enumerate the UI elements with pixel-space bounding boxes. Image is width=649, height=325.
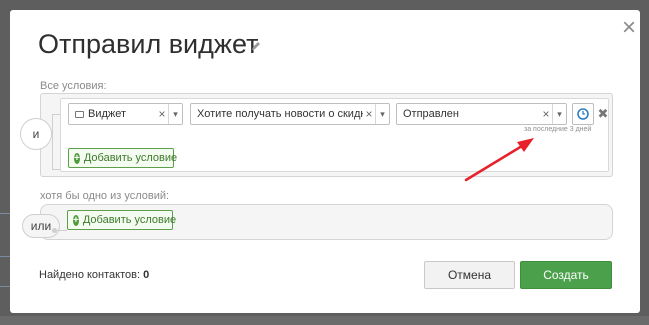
clear-icon[interactable]: ×: [363, 107, 375, 121]
close-icon[interactable]: ×: [618, 16, 640, 40]
add-condition-label: Добавить условие: [83, 152, 178, 164]
any-conditions-label: хотя бы одно из условий:: [40, 190, 170, 202]
all-conditions-label: Все условия:: [40, 80, 107, 92]
modal-title: Отправил виджет: [38, 29, 259, 59]
plus-icon: +: [74, 152, 80, 164]
remove-condition-icon[interactable]: ✖: [597, 104, 609, 124]
add-condition-button-any[interactable]: + Добавить условие: [67, 210, 177, 230]
found-contacts: Найдено контактов: 0: [39, 269, 149, 281]
connector-line: [57, 230, 67, 231]
chevron-down-icon[interactable]: ▾: [552, 104, 566, 124]
cancel-button[interactable]: Отмена: [424, 261, 515, 289]
status-select[interactable]: Отправлен × ▾: [396, 103, 567, 125]
create-button[interactable]: Создать: [520, 261, 612, 289]
found-count: 0: [143, 269, 150, 281]
add-condition-label: Добавить условие: [82, 214, 177, 226]
clear-icon[interactable]: ×: [540, 107, 552, 121]
chevron-down-icon[interactable]: ▾: [375, 104, 389, 124]
question-select[interactable]: Хотите получать новости о скидках? × ▾: [190, 103, 390, 125]
plus-icon: +: [73, 214, 79, 226]
period-button[interactable]: [572, 103, 594, 125]
pencil-icon[interactable]: [250, 40, 262, 52]
question-value: Хотите получать новости о скидках?: [197, 108, 363, 120]
found-label: Найдено контактов:: [39, 269, 141, 281]
condition-type-select[interactable]: Виджет × ▾: [68, 103, 183, 125]
add-condition-button[interactable]: + Добавить условие: [68, 148, 178, 168]
condition-modal: × Отправил виджет Все условия: и Виджет …: [10, 10, 640, 313]
or-operator[interactable]: или: [22, 214, 60, 238]
status-value: Отправлен: [403, 108, 459, 120]
clock-icon: [577, 108, 589, 120]
period-hint: за последние 3 дней: [524, 126, 592, 133]
and-operator[interactable]: и: [20, 118, 52, 150]
background-table-row: [0, 316, 649, 325]
clear-icon[interactable]: ×: [156, 107, 168, 121]
condition-type-value: Виджет: [88, 108, 127, 120]
chevron-down-icon[interactable]: ▾: [168, 104, 182, 124]
